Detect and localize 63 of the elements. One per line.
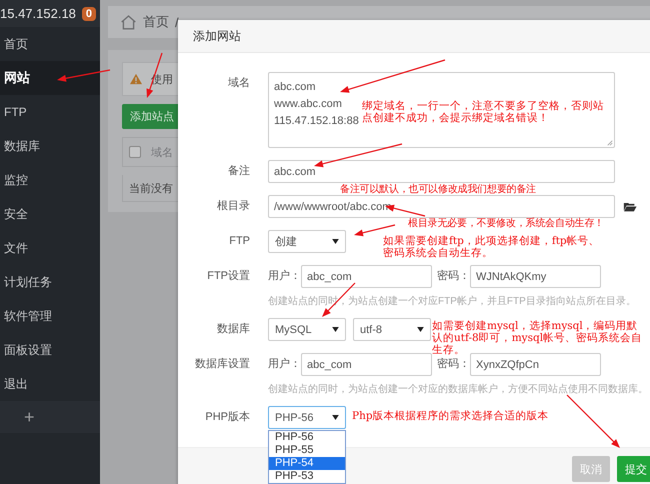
- field-label: 密码：: [437, 356, 470, 372]
- field-label: PHP版本: [204, 410, 251, 425]
- annotation-text: 如果需要创建ftp，此项选择创建，ftp帐号、密码系统会自动生存。: [383, 235, 601, 259]
- warning-icon: [129, 73, 143, 85]
- nav-item[interactable]: 安全: [0, 197, 100, 231]
- field-label: 用户：: [268, 356, 301, 372]
- caret-icon: [417, 327, 424, 332]
- breadcrumb-link[interactable]: 首页: [143, 13, 169, 31]
- add-menu-button[interactable]: +: [0, 401, 100, 433]
- arrow: [57, 69, 110, 82]
- folder-icon[interactable]: [623, 201, 637, 212]
- select-dropdown[interactable]: 创建: [268, 230, 346, 253]
- nav-item[interactable]: 软件管理: [0, 299, 100, 333]
- nav-item[interactable]: 文件: [0, 231, 100, 265]
- field-label: 数据库: [216, 322, 251, 337]
- input-field[interactable]: WJNtAkQKmy: [470, 265, 601, 288]
- annotation-text: 如需要创建mysql，选择mysql，编码用默认的utf-8即可，mysql帐号、密码系统会自生存。: [432, 320, 644, 356]
- field-label: 用户：: [268, 268, 301, 284]
- annotation-text: Php版本根据程序的需求选择合适的版本: [352, 410, 550, 422]
- nav-item[interactable]: 网站: [0, 61, 100, 95]
- field-label: FTP设置: [206, 269, 251, 284]
- checkbox[interactable]: [129, 146, 141, 158]
- dropdown-option[interactable]: PHP-56: [269, 431, 345, 444]
- input-field[interactable]: abc_com: [301, 353, 432, 376]
- nav-item[interactable]: FTP: [0, 95, 100, 129]
- input-field[interactable]: abc_com: [301, 265, 432, 288]
- nav-item[interactable]: 计划任务: [0, 265, 100, 299]
- caret-icon: [332, 239, 339, 244]
- annotation-text: 根目录无必要，不要修改，系统会自动生存！: [408, 218, 606, 230]
- dropdown-option[interactable]: PHP-53: [269, 470, 345, 483]
- resize-grip-icon[interactable]: [607, 140, 613, 146]
- arrow: [566, 394, 620, 448]
- select-dropdown[interactable]: utf-8: [353, 318, 431, 341]
- caret-icon: [332, 415, 339, 420]
- select-dropdown[interactable]: MySQL: [268, 318, 346, 341]
- field-label: FTP: [228, 234, 251, 249]
- nav-item[interactable]: 监控: [0, 163, 100, 197]
- annotation-text: 绑定域名，一行一个，注意不要多了空格，否则站点创建不成功，会提示绑定域名错误！: [362, 100, 605, 124]
- field-label: 密码：: [437, 268, 470, 284]
- annotation-text: 备注可以默认，也可以修改成我们想要的备注: [340, 184, 538, 196]
- caret-icon: [332, 327, 339, 332]
- dialog-title: 添加网站: [193, 28, 241, 44]
- input-field[interactable]: abc.com: [268, 160, 615, 183]
- dropdown-option[interactable]: PHP-55: [269, 444, 345, 457]
- server-ip: 15.47.152.18: [0, 6, 76, 21]
- field-label: 根目录: [216, 199, 251, 214]
- hint-text: 创建站点的同时，为站点创建一个对应的数据库帐户，方便不同站点使用不同数据库。: [268, 382, 649, 396]
- field-label: 数据库设置: [194, 356, 251, 372]
- home-icon[interactable]: [120, 14, 137, 30]
- nav-item[interactable]: 数据库: [0, 129, 100, 163]
- nav-item[interactable]: 面板设置: [0, 333, 100, 367]
- empty-message: 当前没有: [129, 182, 173, 196]
- input-field[interactable]: XynxZQfpCn: [470, 353, 601, 376]
- field-label: 域名: [227, 76, 251, 91]
- nav-item[interactable]: 首页: [0, 27, 100, 61]
- arrow: [354, 224, 396, 236]
- dropdown-option[interactable]: PHP-54: [269, 457, 345, 470]
- breadcrumb-separator: /: [175, 14, 179, 30]
- select-dropdown[interactable]: PHP-56: [268, 406, 346, 429]
- notification-badge[interactable]: 0: [82, 6, 96, 20]
- input-field[interactable]: /www/wwwroot/abc.com: [268, 195, 615, 218]
- nav-item[interactable]: 退出: [0, 367, 100, 401]
- field-label: 备注: [227, 164, 251, 179]
